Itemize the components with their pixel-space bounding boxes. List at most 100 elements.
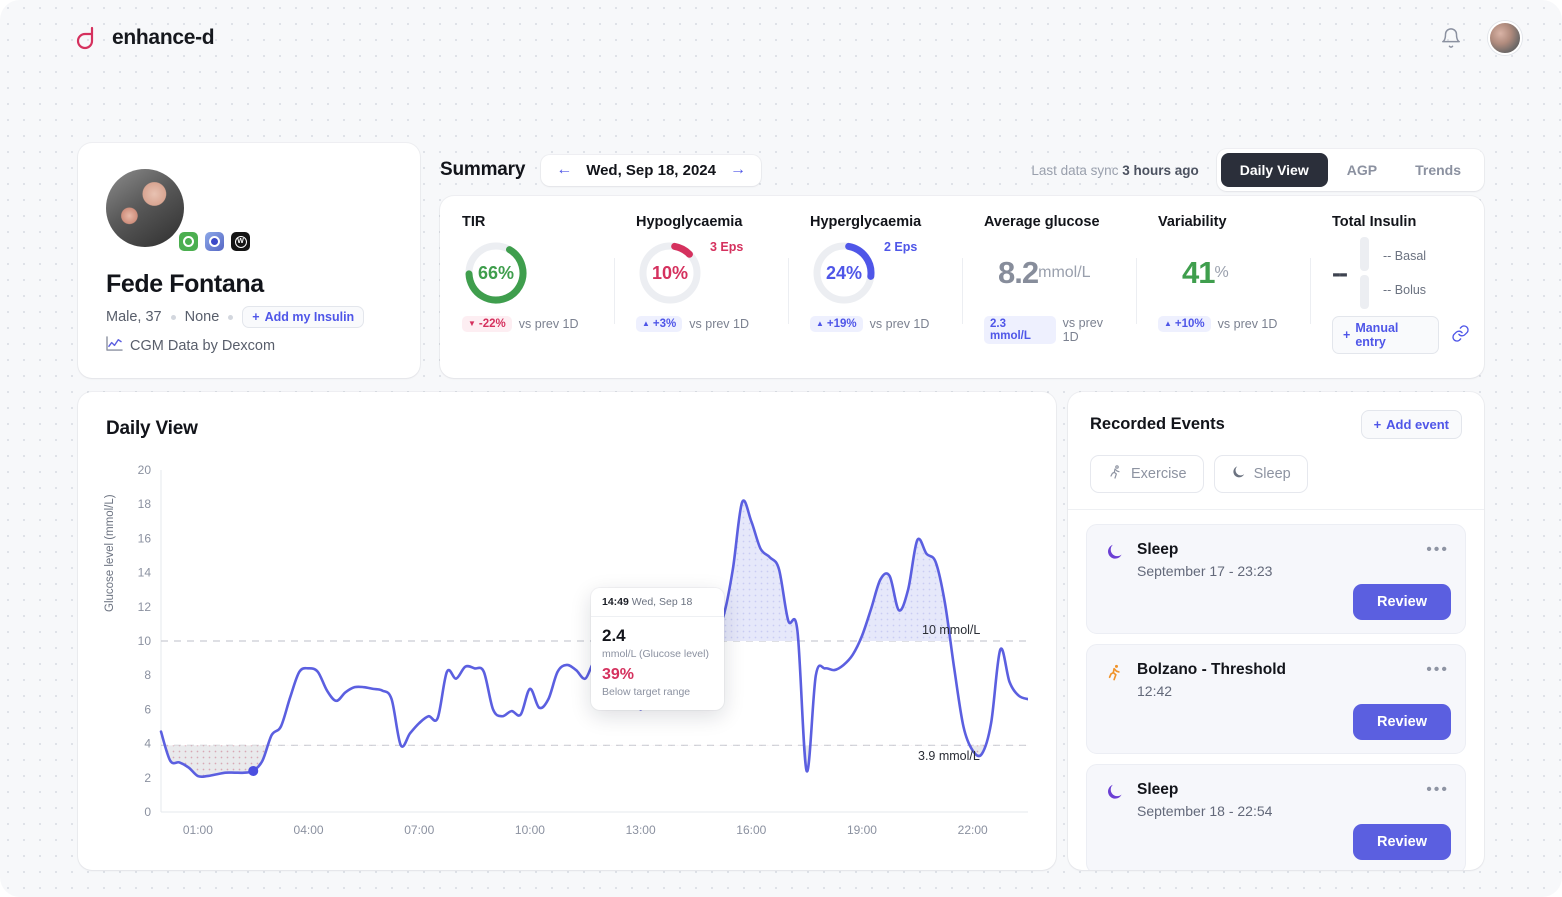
event-row: Sleep September 17 - 23:23	[1103, 541, 1449, 579]
metric-variability-footer: ▲ +10% vs prev 1D	[1158, 316, 1296, 332]
plus-icon: +	[252, 310, 260, 324]
hyper-episodes: 2 Eps	[884, 240, 918, 254]
metric-tir-body: 66%	[462, 230, 600, 316]
metric-tir-label: TIR	[462, 214, 486, 230]
svg-text:19:00: 19:00	[847, 823, 877, 837]
event-menu-button[interactable]: •••	[1426, 541, 1449, 559]
hyper-delta-suffix: vs prev 1D	[869, 317, 930, 331]
hypo-delta-chip: ▲ +3%	[636, 316, 683, 332]
event-item-sleep-2[interactable]: Sleep September 18 - 22:54 ••• Review	[1086, 764, 1466, 870]
tir-delta-suffix: vs prev 1D	[518, 317, 579, 331]
hypo-donut: 10%	[636, 239, 704, 307]
top-bar: enhance-d	[0, 0, 1562, 76]
hyper-donut: 24%	[810, 239, 878, 307]
event-time: September 18 - 22:54	[1137, 803, 1273, 819]
avg-delta-suffix: vs prev 1D	[1062, 316, 1103, 344]
tooltip-value: 2.4	[602, 626, 626, 645]
tab-agp[interactable]: AGP	[1328, 153, 1396, 187]
add-insulin-button[interactable]: + Add my Insulin	[242, 306, 365, 328]
filter-sleep-label: Sleep	[1253, 466, 1291, 482]
hypo-delta-suffix: vs prev 1D	[689, 317, 750, 331]
daily-view-title: Daily View	[106, 418, 198, 439]
link-icon[interactable]	[1451, 324, 1470, 347]
metric-insulin-label: Total Insulin	[1332, 214, 1417, 230]
glucose-chart[interactable]: Glucose level (mmol/L) 0 2 4 6 8 10 12 14 16 18 20	[104, 462, 1030, 862]
event-menu-button[interactable]: •••	[1426, 781, 1449, 799]
insulin-bolus-segment	[1359, 275, 1369, 309]
triangle-up-icon: ▲	[816, 319, 824, 328]
brand-logo[interactable]: enhance-d	[72, 24, 215, 52]
svg-text:01:00: 01:00	[183, 823, 213, 837]
sync-prefix: Last data sync	[1031, 162, 1119, 178]
event-review-button[interactable]: Review	[1353, 824, 1451, 860]
arrow-right-icon[interactable]: →	[730, 162, 746, 178]
avatar[interactable]	[1488, 21, 1522, 55]
metric-variability: Variability 41 % ▲ +10% vs prev 1D	[1136, 214, 1310, 378]
tab-daily-view[interactable]: Daily View	[1220, 153, 1328, 187]
svg-text:8: 8	[144, 668, 151, 682]
arrow-left-icon[interactable]: ←	[556, 162, 572, 178]
svg-text:16:00: 16:00	[736, 823, 766, 837]
tooltip-time: 14:49	[602, 596, 629, 608]
filter-exercise[interactable]: Exercise	[1090, 455, 1204, 493]
svg-text:10: 10	[138, 634, 152, 648]
filter-sleep[interactable]: Sleep	[1213, 455, 1308, 493]
svg-text:0: 0	[144, 805, 151, 819]
bell-icon[interactable]	[1440, 27, 1462, 49]
event-review-button[interactable]: Review	[1353, 704, 1451, 740]
summary-metrics-card: TIR 66% ▼ -22% vs prev 1D Hypoglycaemia …	[440, 196, 1484, 378]
target-low-label: 3.9 mmol/L	[918, 749, 980, 764]
event-review-button[interactable]: Review	[1353, 584, 1451, 620]
metric-hyper-label: Hyperglycaemia	[810, 214, 922, 230]
moon-icon	[1231, 465, 1246, 484]
hypo-episodes: 3 Eps	[710, 240, 744, 254]
enhance-d-logo-icon	[72, 24, 100, 52]
tir-delta: -22%	[478, 318, 506, 330]
svg-text:16: 16	[138, 531, 152, 545]
event-item-bolzano[interactable]: Bolzano - Threshold 12:42 ••• Review	[1086, 644, 1466, 754]
avg-glucose-value: 8.2	[998, 255, 1039, 290]
summary-header: Summary ← Wed, Sep 18, 2024 → Last data …	[440, 148, 1484, 192]
profile-sex-age: Male, 37	[106, 309, 162, 325]
current-date: Wed, Sep 18, 2024	[586, 161, 716, 179]
variability-value: 41	[1182, 255, 1215, 290]
events-title: Recorded Events	[1090, 415, 1225, 433]
svg-text:18: 18	[138, 497, 152, 511]
cgm-text: CGM Data by Dexcom	[130, 337, 276, 354]
svg-text:6: 6	[144, 702, 151, 716]
avg-glucose-unit: mmol/L	[1038, 264, 1091, 281]
variability-delta-suffix: vs prev 1D	[1217, 317, 1278, 331]
tooltip-body: 2.4 mmol/L (Glucose level) 39% Below tar…	[591, 617, 724, 710]
event-row: Bolzano - Threshold 12:42	[1103, 661, 1449, 699]
variability-unit: %	[1214, 264, 1229, 281]
triangle-up-icon: ▲	[642, 319, 650, 328]
chart-tooltip: 14:49 Wed, Sep 18 2.4 mmol/L (Glucose le…	[591, 588, 724, 710]
tir-value: 66%	[477, 262, 515, 283]
metric-avg-label: Average glucose	[984, 214, 1100, 230]
manual-entry-button[interactable]: + Manual entry	[1332, 316, 1439, 354]
target-high-label: 10 mmol/L	[922, 623, 981, 637]
event-item-sleep-1[interactable]: Sleep September 17 - 23:23 ••• Review	[1086, 524, 1466, 634]
tooltip-unit: mmol/L (Glucose level)	[602, 648, 709, 660]
metric-hypo-body: 10% 3 Eps	[636, 230, 774, 316]
last-sync-status: Last data sync 3 hours ago	[1031, 163, 1198, 178]
insulin-legend: -- Basal -- Bolus	[1383, 249, 1426, 297]
tooltip-header: 14:49 Wed, Sep 18	[591, 588, 724, 617]
event-row: Sleep September 18 - 22:54	[1103, 781, 1449, 819]
metric-avg-body: 8.2 mmol/L	[984, 230, 1122, 316]
hyper-value: 24%	[825, 262, 863, 283]
metric-hyperglycaemia: Hyperglycaemia 24% 2 Eps ▲ +19% vs prev …	[788, 214, 962, 378]
event-menu-button[interactable]: •••	[1426, 661, 1449, 679]
add-event-button[interactable]: + Add event	[1360, 410, 1462, 439]
hypo-value: 10%	[651, 262, 689, 283]
metric-total-insulin: Total Insulin -- -- Basal -- Bolus + Man…	[1310, 214, 1484, 378]
tab-trends[interactable]: Trends	[1396, 153, 1480, 187]
triangle-down-icon: ▼	[468, 319, 476, 328]
insulin-value: --	[1332, 257, 1348, 288]
svg-text:4: 4	[144, 737, 151, 751]
hyper-delta: +19%	[826, 318, 857, 330]
cgm-source[interactable]: CGM Data by Dexcom	[106, 336, 392, 355]
brand-name: enhance-d	[112, 26, 215, 49]
profile-avatar[interactable]	[106, 169, 184, 247]
profile-name: Fede Fontana	[106, 270, 264, 298]
